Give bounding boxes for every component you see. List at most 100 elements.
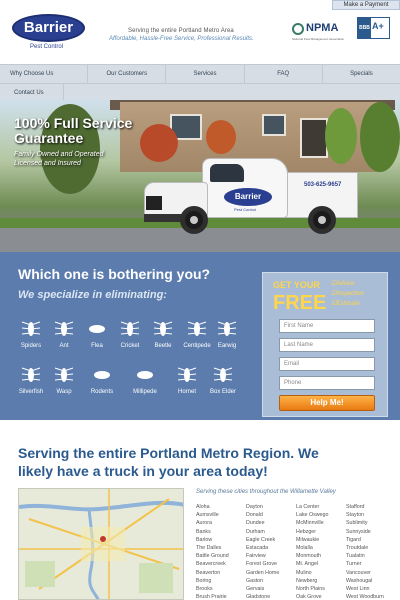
phone-field[interactable]: Phone bbox=[279, 376, 375, 390]
pest-wasp[interactable]: Wasp bbox=[47, 364, 81, 398]
city-item[interactable]: Sublimity bbox=[346, 520, 368, 526]
pest-label: Box Elder bbox=[209, 389, 236, 395]
help-me-button[interactable]: Help Me! bbox=[279, 395, 375, 411]
city-item[interactable]: Aloha bbox=[196, 504, 210, 510]
city-item[interactable]: Vancouver bbox=[346, 570, 371, 576]
city-item[interactable]: Gaston bbox=[246, 578, 263, 584]
pest-label: Silverfish bbox=[18, 389, 44, 395]
nav-item-services[interactable]: Services bbox=[166, 65, 245, 83]
city-item[interactable]: Eagle Creek bbox=[246, 537, 275, 543]
city-item[interactable]: Sunnyside bbox=[346, 529, 371, 535]
pest-hornet[interactable]: Hornet bbox=[170, 364, 204, 398]
city-item[interactable]: The Dalles bbox=[196, 545, 221, 551]
city-item[interactable]: Brush Prairie bbox=[196, 594, 227, 600]
truck-window bbox=[210, 164, 244, 182]
city-item[interactable]: Washougal bbox=[346, 578, 372, 584]
hero-sub-line2: Licensed and Insured bbox=[14, 160, 81, 167]
city-item[interactable]: Dundee bbox=[246, 520, 265, 526]
city-item[interactable]: North Plains bbox=[296, 586, 325, 592]
logo[interactable]: Barrier bbox=[12, 14, 85, 42]
last-name-field[interactable]: Last Name bbox=[279, 338, 375, 352]
city-item[interactable]: Troutdale bbox=[346, 545, 368, 551]
pest-cricket[interactable]: Cricket bbox=[113, 318, 147, 352]
pest-box-elder[interactable]: Box Elder bbox=[206, 364, 240, 398]
city-item[interactable]: La Center bbox=[296, 504, 319, 510]
city-item[interactable]: Beavercreek bbox=[196, 561, 226, 567]
city-item[interactable]: Battle Ground bbox=[196, 553, 229, 559]
cricket-icon bbox=[120, 321, 140, 336]
pest-centipede[interactable]: Centipede bbox=[180, 318, 214, 352]
city-item[interactable]: Barlow bbox=[196, 537, 212, 543]
city-item[interactable]: Durham bbox=[246, 529, 265, 535]
tree bbox=[206, 120, 236, 154]
nav-item-faq[interactable]: FAQ bbox=[245, 65, 323, 83]
truck-logo-sub: Pest Control bbox=[234, 207, 257, 212]
spiders-icon bbox=[21, 321, 41, 336]
city-item[interactable]: Aumsville bbox=[196, 512, 219, 518]
pests-subtitle: We specialize in eliminating: bbox=[18, 289, 167, 301]
city-item[interactable]: McMinnville bbox=[296, 520, 324, 526]
nav-item-why-choose-us[interactable]: Why Choose Us bbox=[0, 65, 89, 83]
city-item[interactable]: Hebzger bbox=[296, 529, 316, 535]
millipede-icon bbox=[137, 371, 153, 379]
pest-ant[interactable]: Ant bbox=[47, 318, 81, 352]
city-item[interactable]: Estacada bbox=[246, 545, 268, 551]
city-item[interactable]: Molalla bbox=[296, 545, 313, 551]
city-item[interactable]: Fairview bbox=[246, 553, 266, 559]
pest-millipede[interactable]: Millipede bbox=[128, 364, 162, 398]
npma-label: NPMA bbox=[306, 22, 339, 34]
city-item[interactable]: Mulino bbox=[296, 570, 312, 576]
city-item[interactable]: Stayton bbox=[346, 512, 364, 518]
ant-icon bbox=[54, 321, 74, 336]
pest-beetle[interactable]: Beetle bbox=[146, 318, 180, 352]
pest-label: Hornet bbox=[177, 389, 196, 395]
city-item[interactable]: Oak Grove bbox=[296, 594, 322, 600]
npma-icon bbox=[292, 23, 304, 35]
city-item[interactable]: Milwaukie bbox=[296, 537, 319, 543]
city-item[interactable]: Aurora bbox=[196, 520, 212, 526]
pest-label: Centipede bbox=[183, 343, 211, 349]
city-item[interactable]: Dayton bbox=[246, 504, 263, 510]
city-item[interactable]: Forest Grove bbox=[246, 561, 277, 567]
email-field[interactable]: Email bbox=[279, 357, 375, 371]
nav-item-contact-us[interactable]: Contact Us bbox=[0, 84, 64, 101]
city-item[interactable]: Monmouth bbox=[296, 553, 321, 559]
pest-spiders[interactable]: Spiders bbox=[14, 318, 48, 352]
first-name-field[interactable]: First Name bbox=[279, 319, 375, 333]
pest-rodents[interactable]: Rodents bbox=[85, 364, 119, 398]
pest-silverfish[interactable]: Silverfish bbox=[14, 364, 48, 398]
pest-flea[interactable]: Flea bbox=[80, 318, 114, 352]
city-item[interactable]: Brooks bbox=[196, 586, 213, 592]
bbb-badge: BBB A+ bbox=[357, 17, 390, 39]
npma-badge: NPMA bbox=[292, 22, 344, 38]
city-item[interactable]: Garden Home bbox=[246, 570, 279, 576]
city-item[interactable]: Lake Oswego bbox=[296, 512, 328, 518]
make-payment-button[interactable]: Make a Payment bbox=[332, 0, 400, 10]
city-item[interactable]: Tualatin bbox=[346, 553, 365, 559]
nav-row-1: Why Choose Us Our Customers Services FAQ… bbox=[0, 65, 400, 83]
city-item[interactable]: Beaverton bbox=[196, 570, 220, 576]
box-elder-icon bbox=[213, 367, 233, 382]
truck-logo: Barrier bbox=[224, 188, 272, 206]
check-advice: Advice bbox=[331, 279, 364, 289]
bbb-grade: A+ bbox=[372, 21, 384, 31]
service-area-map[interactable] bbox=[18, 488, 184, 600]
city-item[interactable]: Mt. Angel bbox=[296, 561, 318, 567]
city-item[interactable]: West Woodburn bbox=[346, 594, 384, 600]
city-item[interactable]: Boring bbox=[196, 578, 211, 584]
city-item[interactable]: Stafford bbox=[346, 504, 364, 510]
city-item[interactable]: Turner bbox=[346, 561, 361, 567]
pest-label: Spiders bbox=[20, 343, 42, 349]
city-item[interactable]: Newberg bbox=[296, 578, 317, 584]
pest-earwig[interactable]: Earwig bbox=[210, 318, 244, 352]
pests-title: Which one is bothering you? bbox=[18, 266, 211, 282]
city-item[interactable]: Tigard bbox=[346, 537, 361, 543]
city-item[interactable]: Donald bbox=[246, 512, 263, 518]
nav-item-specials[interactable]: Specials bbox=[323, 65, 400, 83]
city-item[interactable]: Banks bbox=[196, 529, 211, 535]
pest-label: Millipede bbox=[133, 389, 157, 395]
city-item[interactable]: West Linn bbox=[346, 586, 369, 592]
city-item[interactable]: Gervais bbox=[246, 586, 264, 592]
city-item[interactable]: Gladstone bbox=[246, 594, 270, 600]
nav-item-our-customers[interactable]: Our Customers bbox=[88, 65, 167, 83]
